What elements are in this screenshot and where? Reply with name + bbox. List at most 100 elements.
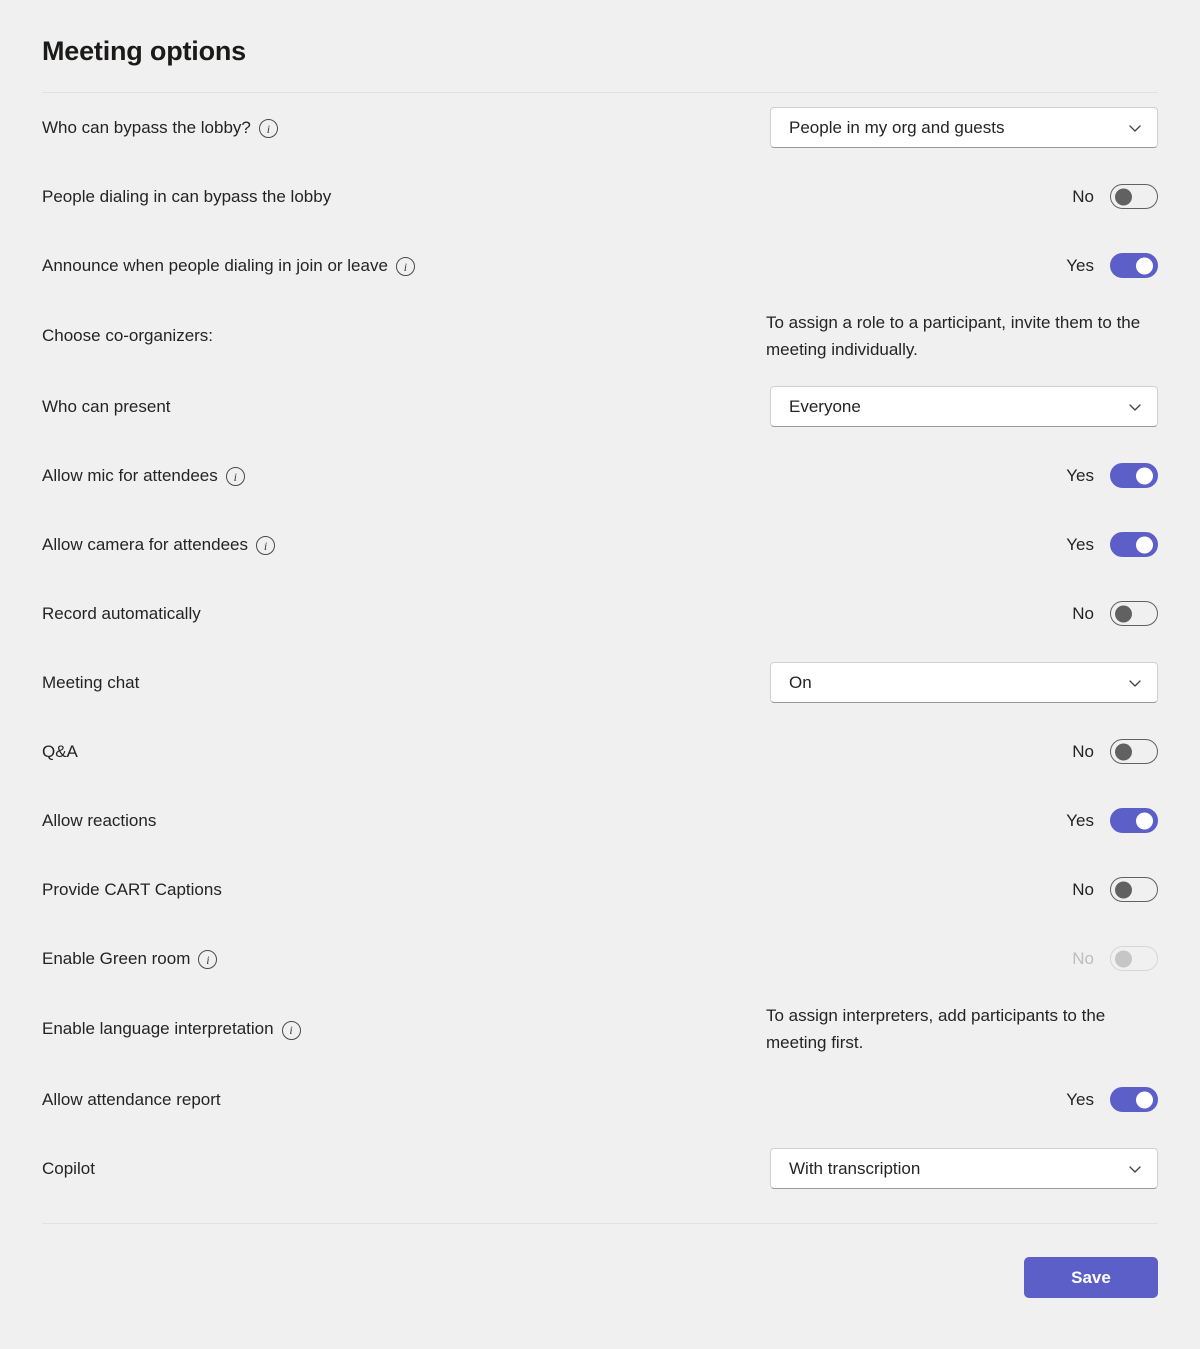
- toggle-group-record-automatically: No: [1064, 601, 1158, 626]
- info-icon[interactable]: i: [258, 119, 278, 138]
- dropdown-value: On: [789, 672, 812, 692]
- info-icon[interactable]: i: [198, 950, 218, 969]
- option-row-enable-language-interpretation: Enable language interpretation i To assign…: [42, 993, 1158, 1065]
- option-control-who-can-present: Everyone: [710, 386, 1158, 427]
- option-label-text: Enable language interpretation: [42, 1019, 274, 1038]
- toggle-state-label: No: [1072, 948, 1094, 968]
- option-label-text: People dialing in can bypass the lobby: [42, 186, 332, 206]
- option-control-who-can-bypass-the-lobby: People in my org and guests: [710, 107, 1158, 148]
- option-label-text: Copilot: [42, 1158, 95, 1178]
- toggle-knob: [1115, 605, 1132, 622]
- toggle-knob: [1136, 812, 1153, 829]
- option-control-meeting-chat: On: [710, 662, 1158, 703]
- option-row-people-dialing-in-can-bypass-the-lobby: People dialing in can bypass the lobby No: [42, 162, 1158, 231]
- option-control-record-automatically: No: [710, 601, 1158, 626]
- info-icon[interactable]: i: [395, 257, 415, 276]
- toggle-provide-cart-captions[interactable]: [1110, 877, 1158, 902]
- option-row-enable-green-room: Enable Green room i No: [42, 924, 1158, 993]
- toggle-knob: [1136, 467, 1153, 484]
- option-label-people-dialing-in-can-bypass-the-lobby: People dialing in can bypass the lobby: [42, 185, 710, 209]
- toggle-state-label: Yes: [1066, 1089, 1094, 1109]
- meeting-options-page: Meeting options Who can bypass the lobby…: [0, 0, 1200, 1349]
- toggle-knob: [1115, 950, 1132, 967]
- option-control-choose-co-organizers: To assign a role to a participant, invit…: [710, 309, 1158, 363]
- option-label-text: Allow mic for attendees: [42, 465, 218, 485]
- toggle-allow-attendance-report[interactable]: [1110, 1087, 1158, 1112]
- meeting-options-list: Who can bypass the lobby? i People in my o…: [42, 93, 1158, 1203]
- toggle-state-label: No: [1072, 741, 1094, 761]
- page-title: Meeting options: [42, 36, 246, 66]
- option-label-text: Provide CART Captions: [42, 879, 222, 899]
- option-label-text: Announce when people dialing in join or …: [42, 255, 388, 275]
- toggle-people-dialing-in-can-bypass-the-lobby[interactable]: [1110, 184, 1158, 209]
- toggle-enable-green-room: [1110, 946, 1158, 971]
- option-row-choose-co-organizers: Choose co-organizers: To assign a role to…: [42, 300, 1158, 372]
- toggle-allow-camera-for-attendees[interactable]: [1110, 532, 1158, 557]
- dropdown-who-can-present[interactable]: Everyone: [770, 386, 1158, 427]
- option-label-text: Q&A: [42, 741, 78, 761]
- option-control-people-dialing-in-can-bypass-the-lobby: No: [710, 184, 1158, 209]
- option-label-q-a: Q&A: [42, 740, 710, 764]
- option-label-text: Meeting chat: [42, 672, 140, 692]
- toggle-group-allow-reactions: Yes: [1064, 808, 1158, 833]
- info-icon-glyph: i: [263, 538, 268, 553]
- dropdown-copilot[interactable]: With transcription: [770, 1148, 1158, 1189]
- toggle-knob: [1136, 257, 1153, 274]
- toggle-state-label: No: [1072, 186, 1094, 206]
- option-row-provide-cart-captions: Provide CART Captions No: [42, 855, 1158, 924]
- helper-text-enable-language-interpretation: To assign interpreters, add participants…: [766, 1006, 1106, 1052]
- toggle-allow-mic-for-attendees[interactable]: [1110, 463, 1158, 488]
- option-label-who-can-present: Who can present: [42, 395, 710, 419]
- toggle-allow-reactions[interactable]: [1110, 808, 1158, 833]
- toggle-state-label: Yes: [1066, 534, 1094, 554]
- option-label-allow-attendance-report: Allow attendance report: [42, 1088, 710, 1112]
- option-label-text: Enable Green room: [42, 948, 191, 968]
- save-button[interactable]: Save: [1024, 1257, 1158, 1298]
- dropdown-value: People in my org and guests: [789, 117, 1005, 137]
- option-row-q-a: Q&A No: [42, 717, 1158, 786]
- info-icon-glyph: i: [233, 469, 237, 484]
- info-icon[interactable]: i: [281, 1020, 301, 1040]
- option-row-allow-reactions: Allow reactions Yes: [42, 786, 1158, 855]
- option-row-allow-mic-for-attendees: Allow mic for attendees i Yes: [42, 441, 1158, 510]
- option-row-allow-camera-for-attendees: Allow camera for attendees i Yes: [42, 510, 1158, 579]
- toggle-knob: [1115, 743, 1132, 760]
- toggle-announce-when-people-dialing-in-join-or-leave[interactable]: [1110, 253, 1158, 278]
- toggle-state-label: No: [1072, 879, 1094, 899]
- toggle-q-a[interactable]: [1110, 739, 1158, 764]
- toggle-record-automatically[interactable]: [1110, 601, 1158, 626]
- chevron-down-icon: [1127, 399, 1143, 415]
- option-control-enable-green-room: No: [710, 946, 1158, 971]
- option-label-text: Allow attendance report: [42, 1089, 221, 1109]
- dropdown-meeting-chat[interactable]: On: [770, 662, 1158, 703]
- option-control-allow-attendance-report: Yes: [710, 1087, 1158, 1112]
- option-row-who-can-present: Who can present Everyone: [42, 372, 1158, 441]
- option-control-announce-when-people-dialing-in-join-or-leave: Yes: [710, 253, 1158, 278]
- option-row-allow-attendance-report: Allow attendance report Yes: [42, 1065, 1158, 1134]
- option-label-who-can-bypass-the-lobby: Who can bypass the lobby? i: [42, 116, 710, 140]
- option-label-choose-co-organizers: Choose co-organizers:: [42, 324, 710, 348]
- option-label-enable-green-room: Enable Green room i: [42, 947, 710, 971]
- toggle-group-allow-attendance-report: Yes: [1064, 1087, 1158, 1112]
- toggle-state-label: Yes: [1066, 810, 1094, 830]
- option-label-text: Allow reactions: [42, 810, 157, 830]
- footer-actions: Save: [42, 1224, 1158, 1298]
- dropdown-who-can-bypass-the-lobby[interactable]: People in my org and guests: [770, 107, 1158, 148]
- chevron-down-icon: [1127, 120, 1143, 136]
- info-icon-glyph: i: [289, 1023, 293, 1037]
- info-icon[interactable]: i: [256, 536, 275, 555]
- toggle-group-q-a: No: [1064, 739, 1158, 764]
- option-control-allow-camera-for-attendees: Yes: [710, 532, 1158, 557]
- toggle-state-label: Yes: [1066, 465, 1094, 485]
- option-control-allow-reactions: Yes: [710, 808, 1158, 833]
- toggle-state-label: No: [1072, 603, 1094, 623]
- chevron-down-icon: [1127, 1161, 1143, 1177]
- info-icon-glyph: i: [206, 952, 210, 967]
- toggle-group-enable-green-room: No: [1064, 946, 1158, 971]
- option-control-provide-cart-captions: No: [710, 877, 1158, 902]
- option-control-copilot: With transcription: [710, 1148, 1158, 1189]
- option-label-allow-camera-for-attendees: Allow camera for attendees i: [42, 533, 710, 557]
- toggle-group-allow-camera-for-attendees: Yes: [1064, 532, 1158, 557]
- info-icon[interactable]: i: [225, 467, 245, 486]
- dropdown-value: Everyone: [789, 396, 861, 416]
